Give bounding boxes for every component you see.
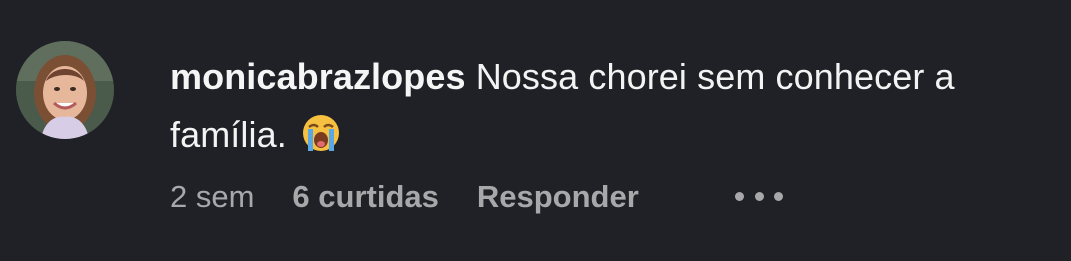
comment-body: monicabrazlopes Nossa chorei sem conhece…: [170, 48, 1060, 164]
loudly-crying-face-icon: [301, 112, 341, 152]
comment-meta: 2 sem 6 curtidas Responder: [170, 174, 639, 220]
comment-username[interactable]: monicabrazlopes: [170, 56, 466, 97]
avatar-photo: [16, 41, 114, 139]
more-dot: [754, 191, 764, 201]
more-options-icon[interactable]: [735, 186, 783, 206]
comment-item: monicabrazlopes Nossa chorei sem conhece…: [0, 0, 1071, 261]
more-dot: [774, 191, 783, 201]
more-dot: [735, 191, 744, 201]
comment-text-block: monicabrazlopes Nossa chorei sem conhece…: [170, 48, 1060, 164]
comment-timestamp[interactable]: 2 sem: [170, 179, 254, 215]
reply-button[interactable]: Responder: [477, 179, 639, 215]
avatar[interactable]: [16, 41, 114, 139]
comment-likes[interactable]: 6 curtidas: [292, 179, 438, 215]
